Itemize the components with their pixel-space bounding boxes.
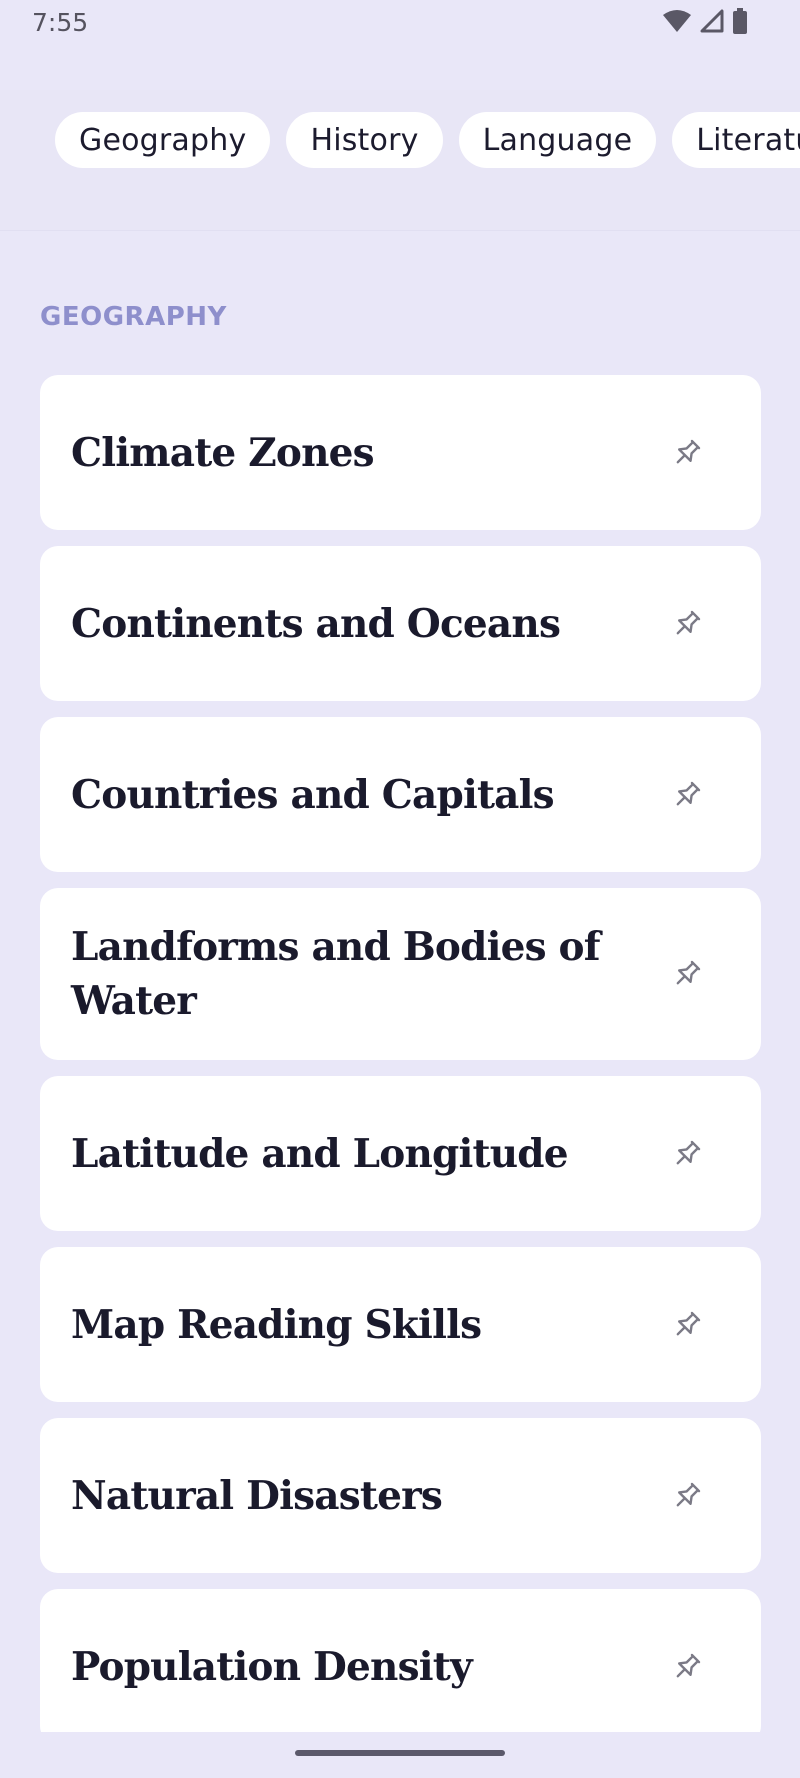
topic-card[interactable]: Climate Zones [40, 375, 761, 530]
chip-literature[interactable]: Literature [672, 112, 800, 168]
pin-icon[interactable] [671, 958, 703, 990]
topic-card[interactable]: Population Density [40, 1589, 761, 1732]
topic-card[interactable]: Natural Disasters [40, 1418, 761, 1573]
wifi-icon [662, 9, 692, 38]
topic-list: Climate Zones Continents and Oceans Coun… [0, 370, 800, 1732]
topic-title: Population Density [71, 1643, 473, 1690]
pin-icon[interactable] [671, 608, 703, 640]
section-header: GEOGRAPHY [40, 302, 227, 332]
category-chip-row: Geography History Language Literature [55, 112, 800, 168]
home-indicator[interactable] [295, 1750, 505, 1756]
pin-icon[interactable] [671, 1480, 703, 1512]
topic-title: Landforms and Bodies of Water [71, 924, 601, 1024]
topic-card[interactable]: Latitude and Longitude [40, 1076, 761, 1231]
category-chip-bar: Geography History Language Literature [0, 90, 800, 231]
battery-icon [732, 7, 748, 39]
topic-title: Countries and Capitals [71, 771, 555, 818]
pin-icon[interactable] [671, 437, 703, 469]
chip-geography[interactable]: Geography [55, 112, 271, 168]
topic-title: Map Reading Skills [71, 1301, 482, 1348]
status-icons [662, 7, 748, 39]
topic-title: Latitude and Longitude [71, 1130, 569, 1177]
pin-icon[interactable] [671, 779, 703, 811]
pin-icon[interactable] [671, 1309, 703, 1341]
chip-language[interactable]: Language [458, 112, 657, 168]
status-time: 7:55 [32, 8, 89, 37]
pin-icon[interactable] [671, 1651, 703, 1683]
pin-icon[interactable] [671, 1138, 703, 1170]
signal-icon [700, 9, 724, 38]
topic-card[interactable]: Continents and Oceans [40, 546, 761, 701]
topic-card[interactable]: Landforms and Bodies of Water [40, 888, 761, 1060]
status-bar: 7:55 [0, 0, 800, 48]
topic-card[interactable]: Map Reading Skills [40, 1247, 761, 1402]
topic-title: Natural Disasters [71, 1472, 443, 1519]
chip-history[interactable]: History [286, 112, 443, 168]
topic-card[interactable]: Countries and Capitals [40, 717, 761, 872]
topic-title: Climate Zones [71, 429, 375, 476]
topic-title: Continents and Oceans [71, 600, 561, 647]
